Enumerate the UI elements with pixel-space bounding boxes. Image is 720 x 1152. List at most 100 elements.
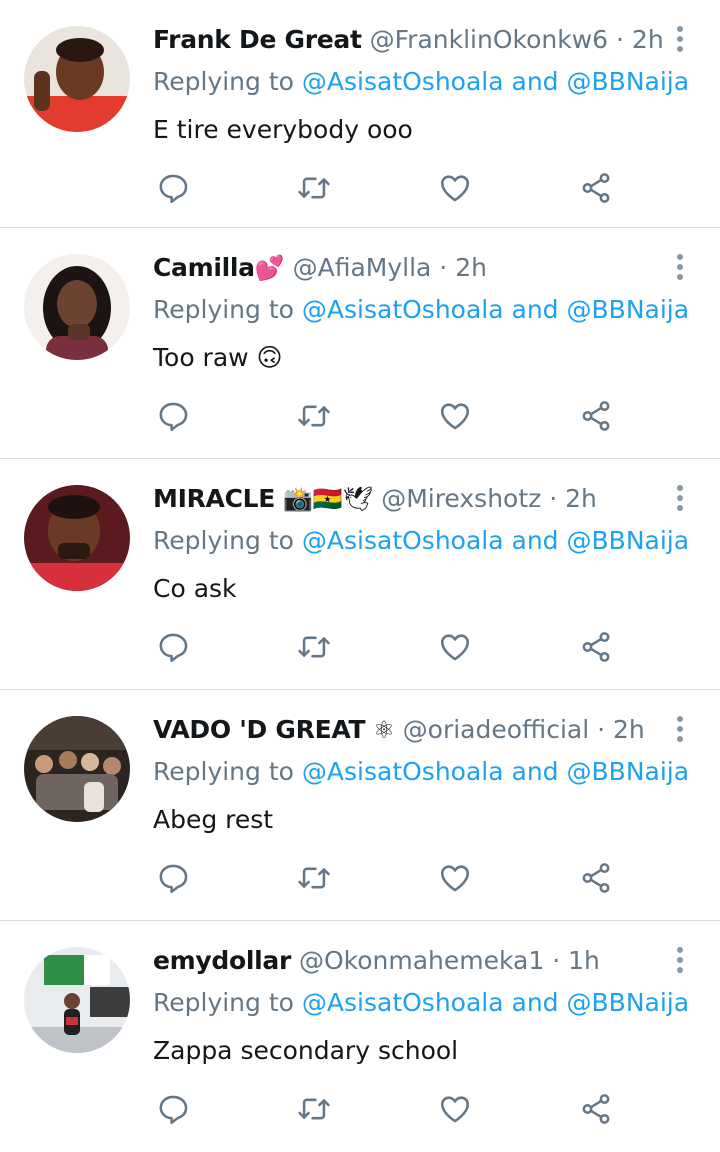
mention-link[interactable]: @AsisatOshoala — [302, 757, 504, 786]
display-name[interactable]: VADO 'D GREAT — [153, 715, 366, 744]
more-options-icon[interactable] — [668, 252, 692, 282]
retweet-icon — [298, 405, 330, 427]
like-icon — [440, 634, 470, 661]
action-bar — [153, 1089, 623, 1129]
display-name[interactable]: Camilla — [153, 253, 255, 282]
like-icon — [440, 175, 470, 202]
user-handle[interactable]: @oriadeofficial — [403, 715, 590, 744]
replying-prefix: Replying to — [153, 526, 294, 555]
display-name[interactable]: Frank De Great — [153, 25, 362, 54]
reply-button[interactable] — [153, 168, 193, 208]
avatar[interactable] — [24, 947, 130, 1053]
like-button[interactable] — [435, 858, 475, 898]
tweet-text: E tire everybody ooo — [153, 115, 413, 144]
reply-button[interactable] — [153, 396, 193, 436]
timestamp[interactable]: 2h — [632, 25, 664, 54]
user-handle[interactable]: @AfiaMylla — [293, 253, 432, 282]
tweet-text: Abeg rest — [153, 805, 274, 834]
mention-link[interactable]: @BBNaija — [567, 757, 690, 786]
share-icon — [582, 632, 610, 662]
share-icon — [582, 1094, 610, 1124]
mention-conjunction: and — [511, 526, 559, 555]
name-emoji: 📸🇬🇭🕊 — [283, 485, 374, 513]
replying-prefix: Replying to — [153, 67, 294, 96]
mention-link[interactable]: @AsisatOshoala — [302, 295, 504, 324]
user-handle[interactable]: @Okonmahemeka1 — [299, 946, 544, 975]
reply-icon — [159, 174, 188, 204]
share-icon — [582, 401, 610, 431]
replying-to: Replying to @AsisatOshoala and @BBNaija — [153, 754, 689, 790]
reply-icon — [159, 402, 188, 432]
mention-conjunction: and — [511, 295, 559, 324]
retweet-icon — [298, 1098, 330, 1120]
display-name[interactable]: emydollar — [153, 946, 291, 975]
reply-button[interactable] — [153, 858, 193, 898]
like-icon — [440, 1096, 470, 1123]
share-button[interactable] — [576, 168, 616, 208]
separator-dot: · — [616, 25, 624, 54]
tweet-reply[interactable]: Camilla💕 @AfiaMylla · 2h Replying to @As… — [0, 228, 720, 459]
separator-dot: · — [439, 253, 448, 282]
more-options-icon[interactable] — [668, 483, 692, 513]
avatar[interactable] — [24, 485, 130, 591]
user-handle[interactable]: @FranklinOkonkw6 — [370, 25, 608, 54]
tweet-reply[interactable]: VADO 'D GREAT ⚛ @oriadeofficial · 2h Rep… — [0, 690, 720, 921]
like-button[interactable] — [435, 396, 475, 436]
mention-conjunction: and — [511, 757, 559, 786]
avatar[interactable] — [24, 26, 130, 132]
retweet-button[interactable] — [294, 396, 334, 436]
more-options-icon[interactable] — [668, 24, 692, 54]
like-button[interactable] — [435, 1089, 475, 1129]
mention-link[interactable]: @BBNaija — [567, 295, 690, 324]
mention-link[interactable]: @AsisatOshoala — [302, 526, 504, 555]
share-button[interactable] — [576, 396, 616, 436]
display-name[interactable]: MIRACLE — [153, 484, 275, 513]
tweet-header: emydollar @Okonmahemeka1 · 1h — [153, 941, 664, 981]
tweet-reply[interactable]: MIRACLE 📸🇬🇭🕊 @Mirexshotz · 2h Replying t… — [0, 459, 720, 690]
like-button[interactable] — [435, 627, 475, 667]
share-button[interactable] — [576, 1089, 616, 1129]
timestamp[interactable]: 2h — [455, 253, 487, 282]
like-icon — [440, 865, 470, 892]
action-bar — [153, 396, 623, 436]
avatar[interactable] — [24, 716, 130, 822]
tweet-reply[interactable]: emydollar @Okonmahemeka1 · 1h Replying t… — [0, 921, 720, 1152]
user-handle[interactable]: @Mirexshotz — [381, 484, 541, 513]
share-button[interactable] — [576, 627, 616, 667]
share-button[interactable] — [576, 858, 616, 898]
tweet-header: MIRACLE 📸🇬🇭🕊 @Mirexshotz · 2h — [153, 479, 664, 519]
retweet-icon — [298, 867, 330, 889]
name-emoji: 💕 — [254, 254, 285, 282]
share-icon — [582, 863, 610, 893]
timestamp[interactable]: 2h — [565, 484, 597, 513]
replying-to: Replying to @AsisatOshoala and @BBNaija — [153, 64, 689, 100]
tweet-text: Co ask — [153, 574, 237, 603]
replying-to: Replying to @AsisatOshoala and @BBNaija — [153, 523, 689, 559]
tweet-reply[interactable]: Frank De Great @FranklinOkonkw6 · 2h Rep… — [0, 0, 720, 228]
mention-link[interactable]: @AsisatOshoala — [302, 988, 504, 1017]
more-options-icon[interactable] — [668, 714, 692, 744]
replying-prefix: Replying to — [153, 295, 294, 324]
mention-link[interactable]: @AsisatOshoala — [302, 67, 504, 96]
tweet-header: VADO 'D GREAT ⚛ @oriadeofficial · 2h — [153, 710, 664, 750]
timestamp[interactable]: 1h — [568, 946, 600, 975]
retweet-button[interactable] — [294, 168, 334, 208]
retweet-button[interactable] — [294, 858, 334, 898]
share-icon — [582, 173, 610, 203]
separator-dot: · — [549, 484, 558, 513]
reply-icon — [159, 864, 188, 894]
retweet-button[interactable] — [294, 627, 334, 667]
timestamp[interactable]: 2h — [613, 715, 645, 744]
retweet-button[interactable] — [294, 1089, 334, 1129]
reply-feed: Frank De Great @FranklinOkonkw6 · 2h Rep… — [0, 0, 720, 1152]
replying-to: Replying to @AsisatOshoala and @BBNaija — [153, 985, 689, 1021]
avatar[interactable] — [24, 254, 130, 360]
mention-link[interactable]: @BBNaija — [567, 67, 690, 96]
reply-button[interactable] — [153, 627, 193, 667]
mention-link[interactable]: @BBNaija — [567, 988, 690, 1017]
reply-button[interactable] — [153, 1089, 193, 1129]
like-button[interactable] — [435, 168, 475, 208]
retweet-icon — [298, 636, 330, 658]
mention-link[interactable]: @BBNaija — [567, 526, 690, 555]
more-options-icon[interactable] — [668, 945, 692, 975]
